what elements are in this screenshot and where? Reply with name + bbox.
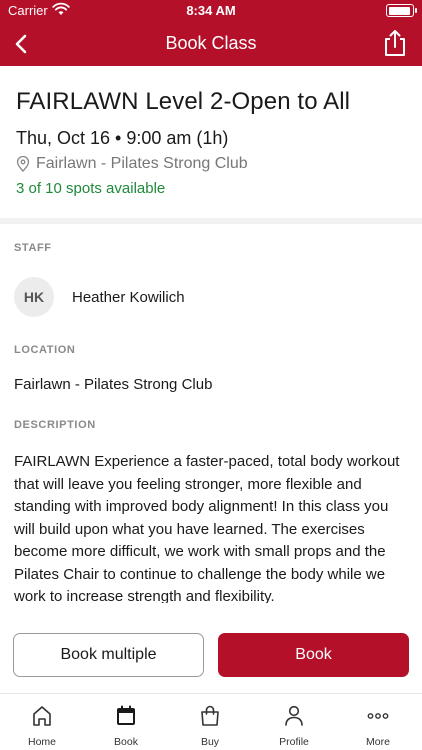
battery-icon: [386, 4, 417, 17]
book-button[interactable]: Book: [218, 633, 409, 677]
tab-home-label: Home: [27, 736, 56, 748]
tab-book[interactable]: Book: [84, 694, 168, 750]
person-icon: [285, 705, 303, 726]
location-value: Fairlawn - Pilates Strong Club: [14, 376, 213, 393]
class-location: Fairlawn - Pilates Strong Club: [16, 155, 406, 173]
staff-section-label: STAFF: [14, 242, 52, 254]
share-icon[interactable]: [382, 28, 408, 58]
availability-text: 3 of 10 spots available: [16, 180, 166, 197]
class-location-text: Fairlawn - Pilates Strong Club: [36, 155, 248, 172]
tab-home[interactable]: Home: [0, 694, 84, 750]
staff-row[interactable]: HK Heather Kowilich: [14, 276, 185, 318]
app-header: Carrier 8:34 AM Book Class: [0, 0, 422, 66]
tab-bar: Home Book Buy Profile More: [0, 693, 422, 750]
location-pin-icon: [16, 156, 30, 172]
page-title: Book Class: [165, 33, 257, 53]
tab-profile[interactable]: Profile: [252, 694, 336, 750]
status-time: 8:34 AM: [186, 3, 236, 18]
status-bar: Carrier 8:34 AM: [0, 0, 422, 22]
class-header: FAIRLAWN Level 2-Open to All Thu, Oct 16…: [0, 66, 422, 218]
book-multiple-button[interactable]: Book multiple: [13, 633, 204, 677]
tab-more[interactable]: More: [336, 694, 420, 750]
staff-name: Heather Kowilich: [72, 288, 185, 306]
description-text: FAIRLAWN Experience a faster-paced, tota…: [14, 453, 400, 603]
action-bar: Book multiple Book: [0, 618, 422, 693]
section-divider: [0, 218, 422, 224]
tab-profile-label: Profile: [279, 736, 309, 748]
tab-more-label: More: [366, 736, 390, 748]
tab-buy[interactable]: Buy: [168, 694, 252, 750]
more-dots-icon: [367, 713, 389, 719]
tab-book-label: Book: [114, 736, 138, 748]
shopping-bag-icon: [201, 705, 219, 726]
class-datetime: Thu, Oct 16 • 9:00 am (1h): [16, 128, 229, 148]
description-section-label: DESCRIPTION: [14, 419, 96, 431]
location-section-label: LOCATION: [14, 344, 76, 356]
avatar: HK: [14, 277, 54, 317]
nav-bar: Book Class: [0, 22, 422, 66]
calendar-icon: [117, 705, 135, 725]
tab-buy-label: Buy: [200, 736, 220, 748]
home-icon: [33, 706, 51, 726]
class-title: FAIRLAWN Level 2-Open to All: [16, 88, 351, 115]
